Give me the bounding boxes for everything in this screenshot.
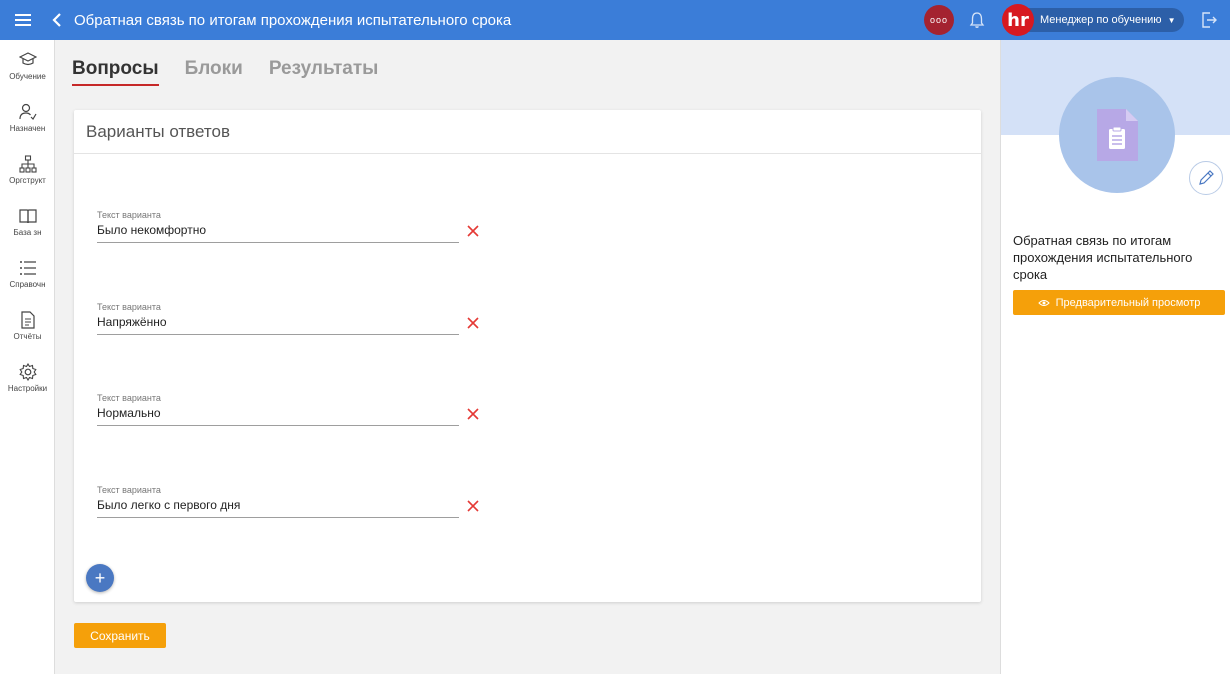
sidebar-item-learning[interactable]: Обучение [0, 40, 55, 92]
back-arrow-icon[interactable] [46, 0, 68, 40]
sidebar: Обучение Назначен Оргструкт База зн Спра… [0, 40, 55, 674]
option-field-1[interactable]: Текст варианта Было некомфортно [97, 210, 459, 243]
org-structure-icon [18, 155, 37, 173]
gear-icon [18, 363, 37, 381]
sidebar-item-label: База зн [13, 228, 42, 237]
option-field-3[interactable]: Текст варианта Нормально [97, 393, 459, 426]
user-menu[interactable]: hr Менеджер по обучению ▼ [1002, 4, 1184, 36]
option-input[interactable]: Нормально [97, 406, 459, 426]
sidebar-item-assignments[interactable]: Назначен [0, 92, 55, 144]
chevron-down-icon: ▼ [1167, 15, 1176, 25]
page-title: Обратная связь по итогам прохождения исп… [74, 11, 512, 29]
list-icon [19, 261, 36, 275]
tab-results[interactable]: Результаты [269, 58, 379, 86]
graduation-cap-icon [18, 52, 37, 66]
more-dots-button[interactable]: ooo [924, 5, 954, 35]
delete-option-icon[interactable] [466, 499, 480, 513]
sidebar-item-label: Назначен [9, 124, 46, 133]
cover-image [1059, 77, 1175, 193]
option-input[interactable]: Было легко с первого дня [97, 498, 459, 518]
sidebar-item-org-structure[interactable]: Оргструкт [0, 144, 55, 196]
pencil-icon [1199, 170, 1214, 185]
sidebar-item-label: Справочн [9, 280, 46, 289]
user-check-icon [18, 103, 37, 120]
right-panel: Обратная связь по итогам прохождения исп… [1000, 40, 1230, 674]
sidebar-item-label: Настройки [7, 384, 48, 393]
answer-options-card: Варианты ответов Текст варианта Было нек… [74, 110, 981, 602]
document-icon [20, 311, 35, 329]
survey-title: Обратная связь по итогам прохождения исп… [1013, 233, 1193, 282]
main-content: Вопросы Блоки Результаты Варианты ответо… [56, 40, 1000, 674]
sidebar-item-label: Отчёты [13, 332, 42, 341]
option-label: Текст варианта [97, 393, 161, 403]
edit-cover-button[interactable] [1189, 161, 1223, 195]
preview-button-label: Предварительный просмотр [1055, 296, 1201, 309]
tabs: Вопросы Блоки Результаты [72, 58, 404, 86]
card-title: Варианты ответов [74, 110, 981, 154]
add-option-button[interactable]: + [86, 564, 114, 592]
sidebar-item-directories[interactable]: Справочн [0, 248, 55, 300]
option-label: Текст варианта [97, 210, 161, 220]
delete-option-icon[interactable] [466, 407, 480, 421]
company-logo: hr [1002, 4, 1034, 36]
clipboard-document-icon [1097, 109, 1138, 161]
sidebar-item-label: Оргструкт [9, 176, 46, 185]
bell-icon[interactable] [966, 8, 988, 32]
book-icon [18, 209, 37, 224]
sidebar-item-label: Обучение [9, 72, 46, 81]
tab-questions[interactable]: Вопросы [72, 58, 159, 86]
top-bar: Обратная связь по итогам прохождения исп… [0, 0, 1230, 40]
delete-option-icon[interactable] [466, 224, 480, 238]
logout-icon[interactable] [1198, 8, 1220, 32]
option-field-2[interactable]: Текст варианта Напряжённо [97, 302, 459, 335]
sidebar-item-reports[interactable]: Отчёты [0, 300, 55, 352]
sidebar-item-knowledge-base[interactable]: База зн [0, 196, 55, 248]
option-input[interactable]: Напряжённо [97, 315, 459, 335]
option-input[interactable]: Было некомфортно [97, 223, 459, 243]
sidebar-item-settings[interactable]: Настройки [0, 352, 55, 404]
eye-icon [1037, 299, 1050, 307]
option-label: Текст варианта [97, 302, 161, 312]
option-field-4[interactable]: Текст варианта Было легко с первого дня [97, 485, 459, 518]
preview-button[interactable]: Предварительный просмотр [1013, 290, 1225, 315]
user-name: Менеджер по обучению [1040, 14, 1162, 26]
option-label: Текст варианта [97, 485, 161, 495]
menu-icon[interactable] [0, 0, 46, 40]
save-button[interactable]: Сохранить [74, 623, 166, 648]
tab-blocks[interactable]: Блоки [185, 58, 243, 86]
delete-option-icon[interactable] [466, 316, 480, 330]
top-right-controls: ooo hr Менеджер по обучению ▼ [924, 0, 1230, 40]
